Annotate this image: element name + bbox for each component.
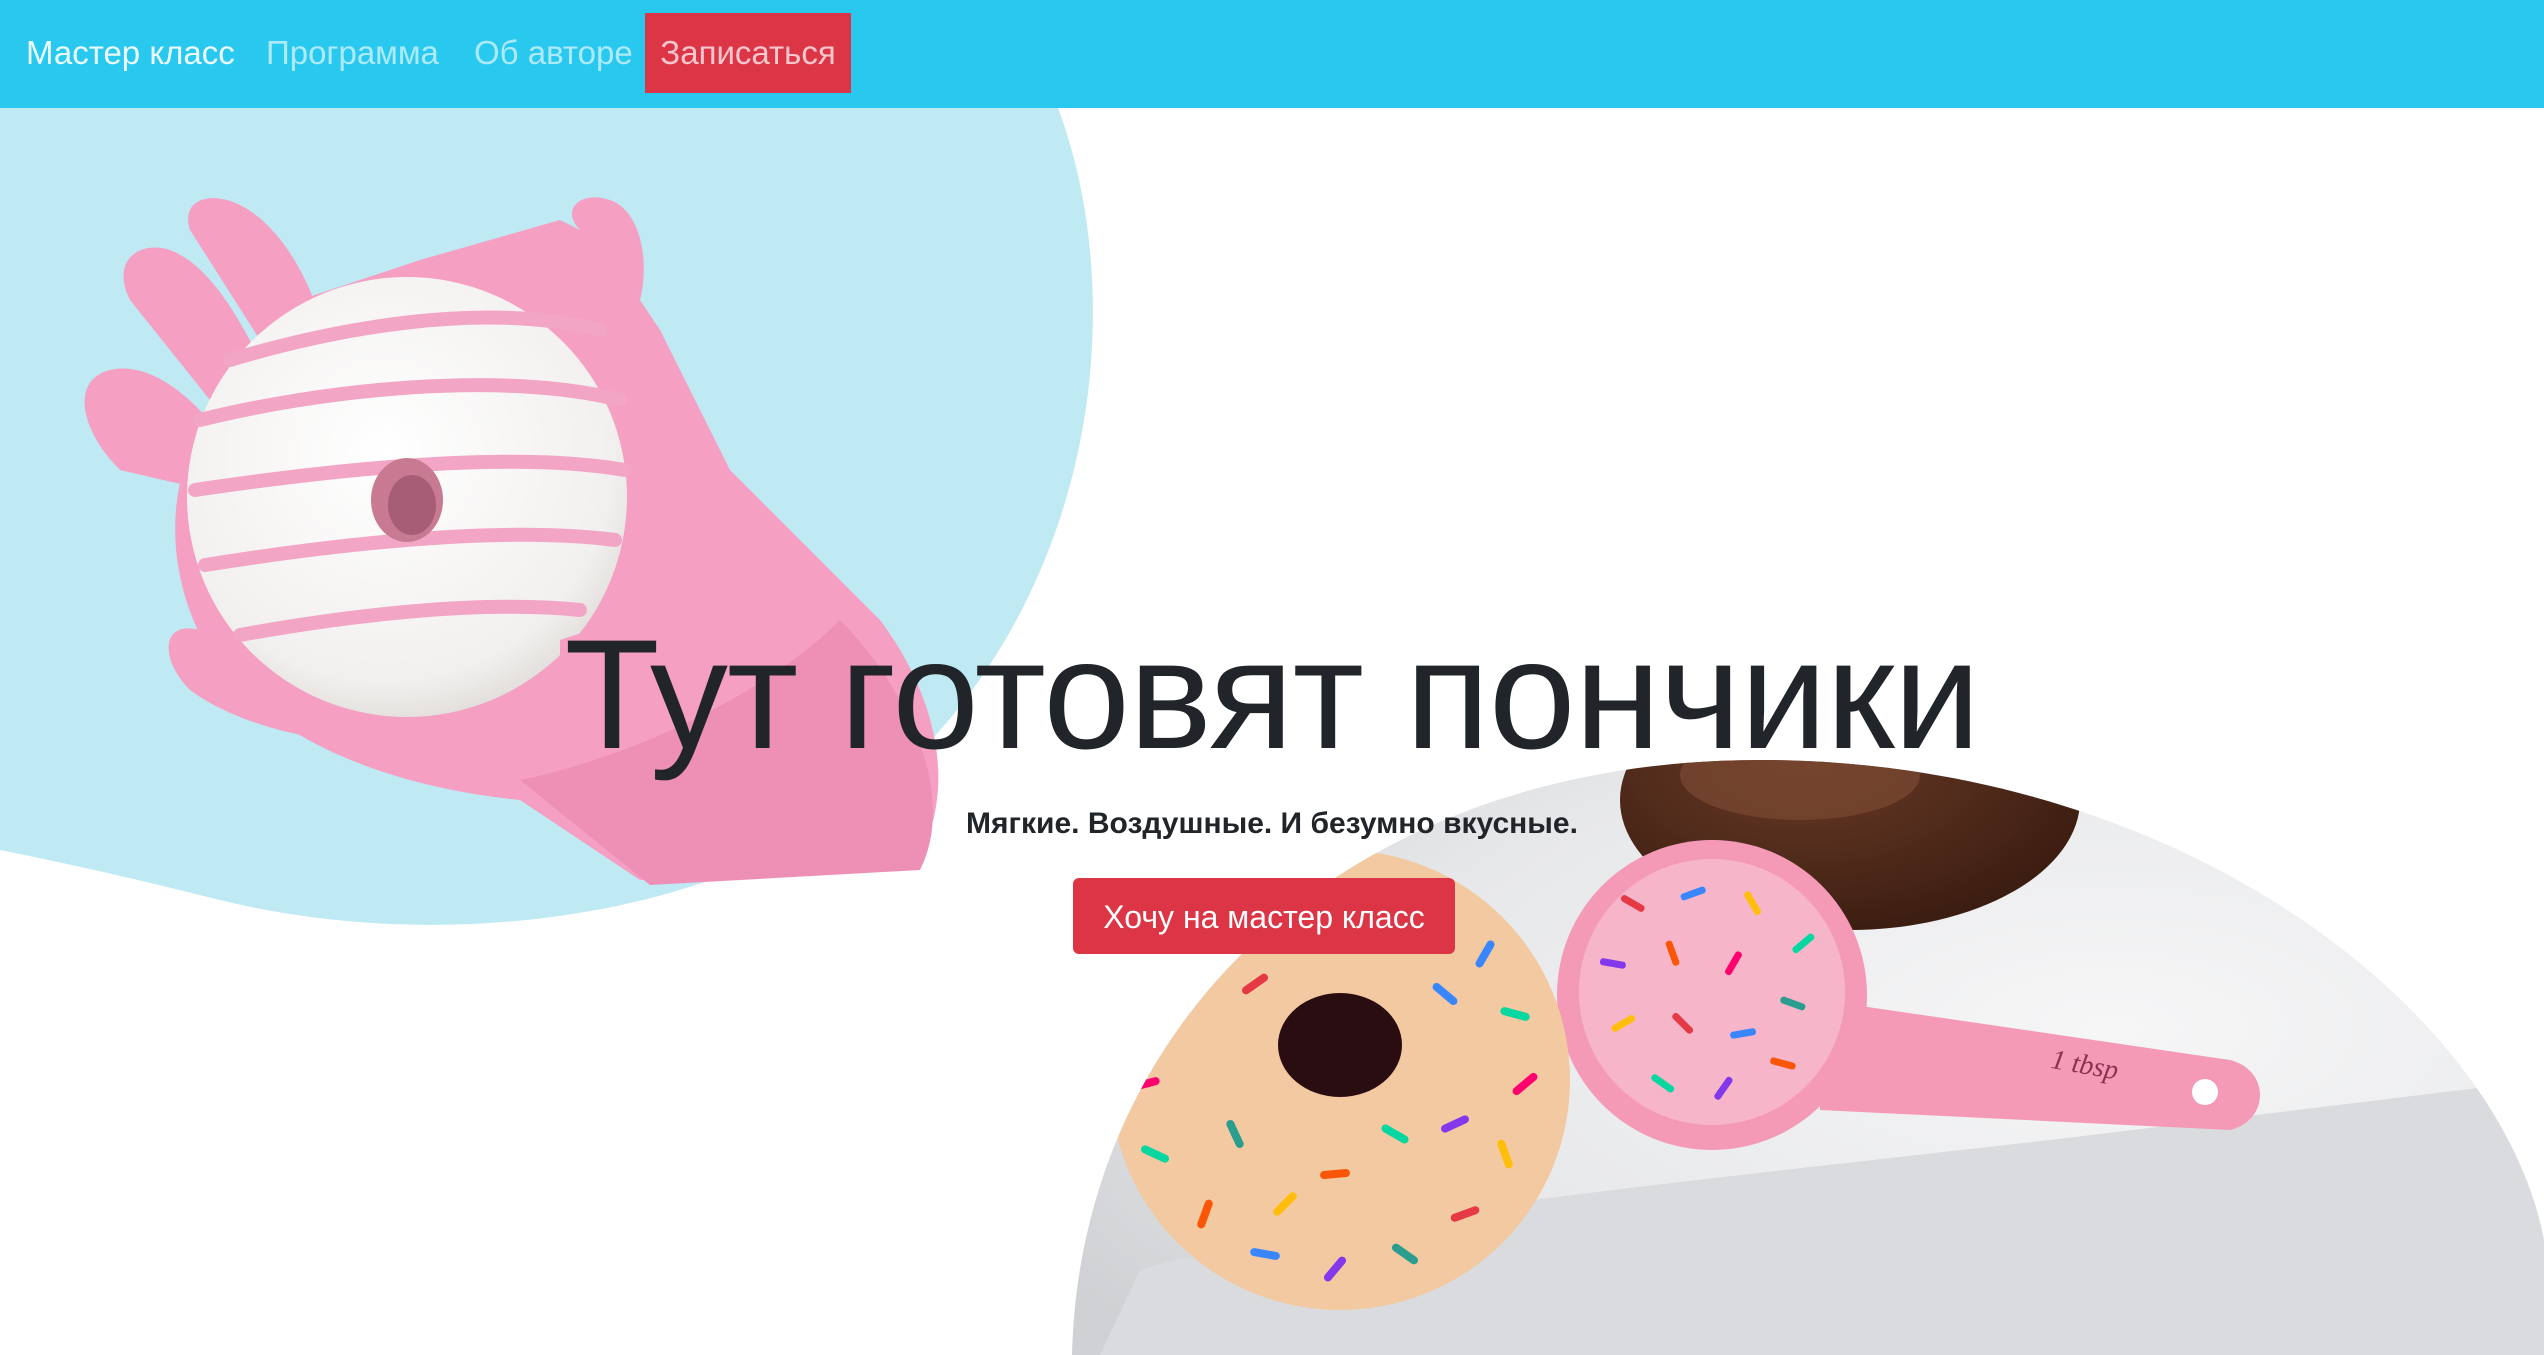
nav-signup-button[interactable]: Записаться xyxy=(645,13,851,93)
hero-title: Тут готовят пончики xyxy=(564,608,1980,782)
join-master-class-button[interactable]: Хочу на мастер класс xyxy=(1073,878,1455,954)
top-navbar: Мастер класс Программа Об авторе Записат… xyxy=(0,0,2544,108)
nav-link-about-author[interactable]: Об авторе xyxy=(474,13,633,93)
page: Мастер класс Программа Об авторе Записат… xyxy=(0,0,2544,1355)
nav-link-program[interactable]: Программа xyxy=(266,13,439,93)
nav-link-master-class[interactable]: Мастер класс xyxy=(26,13,235,93)
hero-subtitle: Мягкие. Воздушные. И безумно вкусные. xyxy=(966,807,1578,840)
